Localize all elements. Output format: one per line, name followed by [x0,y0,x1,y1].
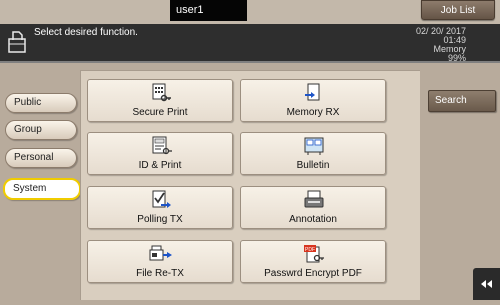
back-button[interactable] [473,268,500,300]
password-encrypt-pdf-label: Passwrd Encrypt PDF [264,268,362,279]
memory-rx-button[interactable]: Memory RX [240,79,386,122]
memory-rx-label: Memory RX [286,107,340,118]
id-print-label: ID & Print [138,160,182,171]
memory-value: 99% [447,53,466,63]
tab-group[interactable]: Group [5,120,77,140]
file-re-tx-icon [149,244,173,264]
id-print-icon [149,136,173,156]
memory-rx-icon [302,83,326,103]
bulletin-label: Bulletin [296,160,330,171]
job-list-button[interactable]: Job List [421,0,495,20]
status-message: Select desired function. [34,27,138,38]
pdf-encrypt-icon: PDF [302,244,326,264]
polling-tx-button[interactable]: Polling TX [87,186,233,229]
annotation-button[interactable]: Annotation [240,186,386,229]
document-home-icon [7,30,27,54]
secure-print-label: Secure Print [132,107,188,118]
search-button[interactable]: Search [428,90,496,112]
tab-system[interactable]: System [3,178,81,200]
annotation-label: Annotation [289,214,337,225]
user-name-field[interactable]: user1 [170,0,247,21]
message-bar: Select desired function. 02/ 20/ 2017 01… [0,24,500,63]
secure-print-icon [149,83,173,103]
annotation-icon [302,190,326,210]
password-encrypt-pdf-button[interactable]: PDF Passwrd Encrypt PDF [240,240,386,283]
tab-public[interactable]: Public [5,93,77,113]
svg-text:PDF: PDF [305,247,315,253]
file-re-tx-label: File Re-TX [136,268,184,279]
file-re-tx-button[interactable]: File Re-TX [87,240,233,283]
tab-personal[interactable]: Personal [5,148,77,168]
polling-tx-label: Polling TX [137,214,183,225]
bulletin-icon [302,136,326,156]
double-chevron-left-icon [481,280,492,288]
secure-print-button[interactable]: Secure Print [87,79,233,122]
polling-tx-icon [149,190,173,210]
id-print-button[interactable]: ID & Print [87,132,233,175]
bulletin-button[interactable]: Bulletin [240,132,386,175]
